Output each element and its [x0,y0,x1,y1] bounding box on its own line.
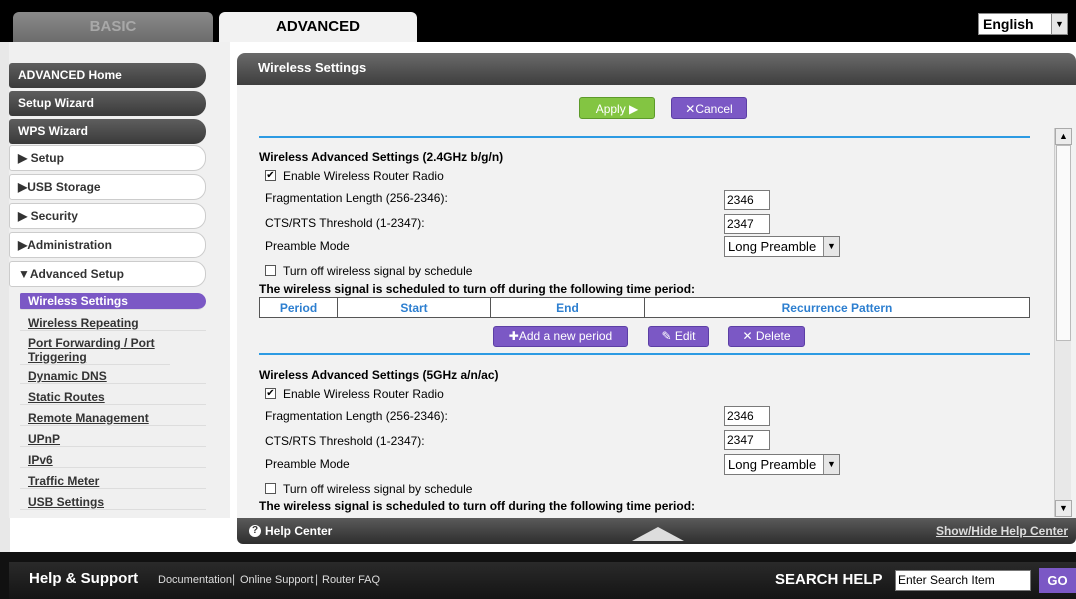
footer-bar: Help & Support Documentation | Online Su… [9,562,1076,599]
arrow-up-icon[interactable] [632,527,684,541]
add-period-button[interactable]: ✚Add a new period [493,326,628,347]
divider [259,353,1030,355]
separator: | [315,572,319,586]
scrollbar-thumb[interactable] [1056,145,1071,341]
sidebar-subitem-remote-management[interactable]: Remote Management [20,411,206,426]
frag-length-label-5ghz: Fragmentation Length (256-2346): [265,409,448,423]
schedule-notice-2-4ghz: The wireless signal is scheduled to turn… [259,282,696,296]
sidebar-item-advanced-home[interactable]: ADVANCED Home [9,63,206,88]
sidebar-subitem-static-routes[interactable]: Static Routes [20,390,206,405]
search-input[interactable]: Enter Search Item [895,570,1031,591]
sidebar-subitem-usb-settings[interactable]: USB Settings [20,495,206,510]
frag-length-input-5ghz[interactable]: 2346 [724,406,770,426]
scroll-up-icon[interactable]: ▲ [1055,128,1072,145]
column-header-end: End [490,297,645,318]
sidebar-subitem-wireless-repeating[interactable]: Wireless Repeating [20,316,206,331]
sidebar-item-wps-wizard[interactable]: WPS Wizard [9,119,206,144]
chevron-down-icon[interactable]: ▼ [1051,14,1067,34]
delete-button[interactable]: ✕ Delete [728,326,805,347]
sidebar-item-setup-wizard[interactable]: Setup Wizard [9,91,206,116]
schedule-label-2-4ghz: Turn off wireless signal by schedule [283,264,473,278]
top-bar: BASIC ADVANCED English ▼ [0,0,1076,42]
help-support-title: Help & Support [29,570,139,587]
enable-radio-checkbox-5ghz[interactable]: ✔ [265,388,276,399]
footer: Help & Support Documentation | Online Su… [0,552,1076,599]
chevron-down-icon[interactable]: ▼ [823,455,839,474]
sidebar-subitem-dynamic-dns[interactable]: Dynamic DNS [20,369,206,384]
sidebar-item-advanced-setup[interactable]: ▼Advanced Setup [9,261,206,287]
language-select[interactable]: English ▼ [978,13,1068,35]
column-header-period: Period [259,297,338,318]
preamble-select-value-2-4ghz: Long Preamble [728,239,817,254]
sidebar-subitem-port-forwarding[interactable]: Port Forwarding / Port Triggering [20,336,170,365]
router-faq-link[interactable]: Router FAQ [322,574,380,586]
scroll-down-icon[interactable]: ▼ [1055,500,1072,517]
tab-advanced[interactable]: ADVANCED [219,12,417,42]
go-button[interactable]: GO [1039,568,1076,593]
section-title-2-4ghz: Wireless Advanced Settings (2.4GHz b/g/n… [259,150,504,164]
sidebar-subitem-traffic-meter[interactable]: Traffic Meter [20,474,206,489]
preamble-label-2-4ghz: Preamble Mode [265,239,350,253]
search-help-label: SEARCH HELP [775,571,883,588]
documentation-link[interactable]: Documentation [158,574,232,586]
show-hide-help-link[interactable]: Show/Hide Help Center [936,524,1068,538]
enable-radio-checkbox-2-4ghz[interactable]: ✔ [265,170,276,181]
sidebar-item-setup[interactable]: ▶ Setup [9,145,206,171]
main-content: Apply ▶ ✕Cancel Wireless Advanced Settin… [237,85,1076,518]
sidebar-subitem-upnp[interactable]: UPnP [20,432,206,447]
tab-basic[interactable]: BASIC [13,12,213,42]
schedule-notice-5ghz: The wireless signal is scheduled to turn… [259,499,696,513]
help-icon[interactable]: ? [249,525,261,537]
table-header-row: Period Start End Recurrence Pattern [259,297,1030,318]
sidebar-item-security[interactable]: ▶ Security [9,203,206,229]
separator: | [232,572,236,586]
preamble-select-2-4ghz[interactable]: Long Preamble ▼ [724,236,840,257]
cts-rts-input-2-4ghz[interactable]: 2347 [724,214,770,234]
preamble-label-5ghz: Preamble Mode [265,457,350,471]
cts-rts-label-2-4ghz: CTS/RTS Threshold (1-2347): [265,216,425,230]
sidebar-subitem-wireless-settings[interactable]: Wireless Settings [20,293,206,310]
help-center-bar: ? Help Center Show/Hide Help Center [237,518,1076,544]
schedule-checkbox-5ghz[interactable] [265,483,276,494]
frag-length-input-2-4ghz[interactable]: 2346 [724,190,770,210]
online-support-link[interactable]: Online Support [240,574,313,586]
sidebar: ADVANCED Home Setup Wizard WPS Wizard ▶ … [9,42,230,518]
help-center-label[interactable]: Help Center [265,524,332,538]
language-select-value: English [983,16,1034,32]
apply-button[interactable]: Apply ▶ [579,97,655,119]
page-title: Wireless Settings [237,53,1076,85]
cts-rts-input-5ghz[interactable]: 2347 [724,430,770,450]
divider [259,136,1030,138]
column-header-start: Start [337,297,491,318]
sidebar-subitem-ipv6[interactable]: IPv6 [20,453,206,468]
cancel-button[interactable]: ✕Cancel [671,97,747,119]
enable-radio-label-2-4ghz: Enable Wireless Router Radio [283,169,444,183]
sidebar-item-usb-storage[interactable]: ▶USB Storage [9,174,206,200]
schedule-table-2-4ghz: Period Start End Recurrence Pattern [259,297,1030,318]
preamble-select-value-5ghz: Long Preamble [728,457,817,472]
edit-button[interactable]: ✎ Edit [648,326,709,347]
frag-length-label-2-4ghz: Fragmentation Length (256-2346): [265,191,448,205]
section-title-5ghz: Wireless Advanced Settings (5GHz a/n/ac) [259,368,499,382]
chevron-down-icon[interactable]: ▼ [823,237,839,256]
column-header-recurrence: Recurrence Pattern [644,297,1030,318]
sidebar-item-administration[interactable]: ▶Administration [9,232,206,258]
scrollbar[interactable]: ▲ ▼ [1054,128,1072,517]
enable-radio-label-5ghz: Enable Wireless Router Radio [283,387,444,401]
cts-rts-label-5ghz: CTS/RTS Threshold (1-2347): [265,434,425,448]
schedule-checkbox-2-4ghz[interactable] [265,265,276,276]
schedule-label-5ghz: Turn off wireless signal by schedule [283,482,473,496]
preamble-select-5ghz[interactable]: Long Preamble ▼ [724,454,840,475]
